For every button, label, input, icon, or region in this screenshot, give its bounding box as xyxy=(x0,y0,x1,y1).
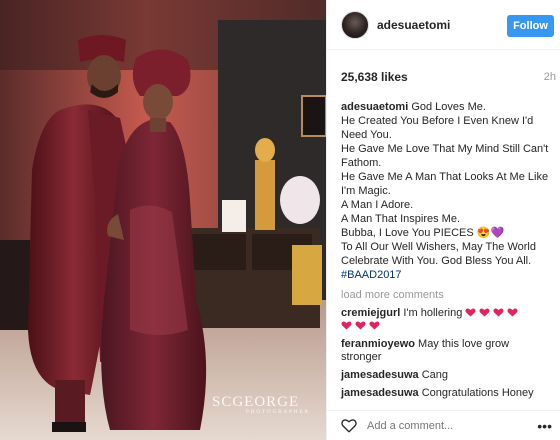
post-caption: adesuaetomi God Loves Me. He Created You… xyxy=(327,100,560,282)
comment-item: jamesadesuwa Congratulations Honey xyxy=(327,387,560,400)
caption-line: He Gave Me Love That My Mind Still Can't… xyxy=(341,143,549,169)
post-actions-bar: ••• xyxy=(327,410,560,440)
caption-line: A Man I Adore. xyxy=(341,199,414,211)
comment-item: feranmioyewo May this love grow stronger xyxy=(327,338,560,364)
caption-line: A Man That Inspires Me. xyxy=(341,213,461,225)
load-more-comments-link[interactable]: load more comments xyxy=(327,288,560,302)
caption-line: He Created You Before I Even Knew I'd Ne… xyxy=(341,115,534,141)
comment-text: Congratulations Honey xyxy=(421,387,534,399)
watermark-subtext: PHOTOGRAPHER xyxy=(246,410,310,415)
comment-item: jamesadesuwa Cang xyxy=(327,369,560,382)
red-heart-emoji-icon xyxy=(341,321,352,330)
photographer-watermark: SCGEORGE PHOTOGRAPHER xyxy=(212,394,310,415)
red-heart-emoji-icon xyxy=(507,308,518,317)
caption-line: Bubba, I Love You PIECES 😍💜 xyxy=(341,227,505,239)
comment-text: Cang xyxy=(421,369,449,381)
caption-hashtag[interactable]: #BAAD2017 xyxy=(341,268,552,282)
red-heart-emoji-icon xyxy=(355,321,366,330)
comment-username[interactable]: feranmioyewo xyxy=(341,338,415,350)
comment-text: I'm hollering xyxy=(403,307,463,319)
caption-username[interactable]: adesuaetomi xyxy=(341,101,408,113)
red-heart-emoji-icon xyxy=(369,321,380,330)
red-heart-emoji-icon xyxy=(479,308,490,317)
post-time[interactable]: 2h xyxy=(544,71,556,83)
comment-username[interactable]: cremiejgurl xyxy=(341,307,400,319)
heart-outline-icon[interactable] xyxy=(341,418,357,433)
caption-line: He Gave Me A Man That Looks At Me Like I… xyxy=(341,171,549,197)
comment-username[interactable]: jamesadesuwa xyxy=(341,369,419,381)
likes-count[interactable]: 25,638 likes xyxy=(341,70,408,84)
red-heart-emoji-icon xyxy=(465,308,476,317)
comment-item: cremiejgurl I'm hollering xyxy=(327,307,560,333)
comment-username[interactable]: jamesadesuwa xyxy=(341,387,419,399)
post-stats: 25,638 likes 2h xyxy=(327,60,560,94)
post-username[interactable]: adesuaetomi xyxy=(377,18,450,32)
caption-line: God Loves Me. xyxy=(411,101,486,113)
caption-line: To All Our Well Wishers, May The World C… xyxy=(341,241,536,267)
red-heart-emoji-icon xyxy=(493,308,504,317)
post-details-panel: adesuaetomi Follow 25,638 likes 2h adesu… xyxy=(326,0,560,440)
add-comment-input[interactable] xyxy=(367,419,538,432)
more-options-icon[interactable]: ••• xyxy=(537,418,552,434)
avatar[interactable] xyxy=(341,10,369,39)
wedding-photo-illustration xyxy=(0,0,326,440)
post-header: adesuaetomi Follow xyxy=(327,0,560,50)
watermark-text: SCGEORGE xyxy=(212,394,300,410)
follow-button[interactable]: Follow xyxy=(507,15,554,37)
post-photo[interactable]: SCGEORGE PHOTOGRAPHER xyxy=(0,0,326,440)
